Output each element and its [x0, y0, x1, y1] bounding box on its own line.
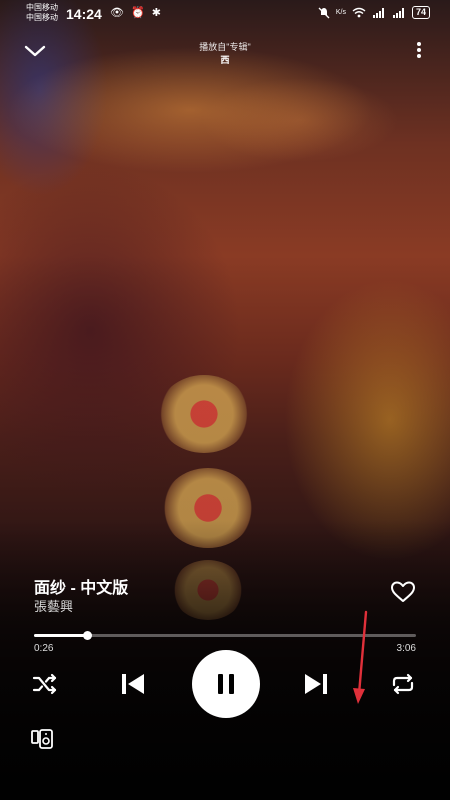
- shuffle-button[interactable]: [30, 670, 60, 698]
- more-options-button[interactable]: [414, 40, 424, 62]
- pause-icon: [218, 674, 234, 694]
- status-icons-right: K/s 74: [318, 6, 430, 19]
- carrier-labels: 中国移动 中国移动: [26, 3, 58, 23]
- heart-icon: [391, 581, 415, 602]
- connect-device-button[interactable]: [30, 728, 54, 750]
- status-icons-left: 👁 ⏰ ✱: [110, 7, 163, 19]
- status-bar: 中国移动 中国移动 14:24 👁 ⏰ ✱ K/s 74: [0, 0, 450, 28]
- elapsed-time: 0:26: [34, 643, 54, 654]
- repeat-icon: [392, 673, 414, 695]
- next-track-button[interactable]: [300, 668, 332, 700]
- mute-icon: [318, 7, 330, 18]
- annotation-arrow: [353, 610, 368, 704]
- progress-fill: [34, 634, 88, 637]
- track-artist[interactable]: 張藝興: [34, 596, 73, 615]
- repeat-button[interactable]: [388, 670, 418, 698]
- carrier-2: 中国移动: [26, 13, 58, 22]
- device-connect-icon: [31, 729, 53, 749]
- status-time: 14:24: [66, 6, 102, 22]
- shuffle-icon: [32, 673, 57, 695]
- skip-next-icon: [305, 674, 327, 694]
- previous-track-button[interactable]: [117, 668, 149, 700]
- battery-indicator: 74: [411, 6, 430, 19]
- bokeh-light: [158, 375, 250, 453]
- album-name[interactable]: 西: [0, 53, 450, 66]
- total-time: 3:06: [396, 643, 416, 654]
- signal-icon: [392, 8, 404, 18]
- wifi-icon: [352, 7, 366, 18]
- pause-button[interactable]: [192, 650, 260, 718]
- like-button[interactable]: [390, 580, 416, 604]
- signal-icon: [372, 8, 384, 18]
- network-speed: K/s: [335, 9, 346, 16]
- track-title[interactable]: 面纱 - 中文版: [34, 574, 128, 598]
- more-vertical-icon: [417, 42, 421, 58]
- playing-from-label: 播放自"专辑": [199, 42, 251, 52]
- skip-previous-icon: [122, 674, 144, 694]
- carrier-1: 中国移动: [26, 3, 58, 12]
